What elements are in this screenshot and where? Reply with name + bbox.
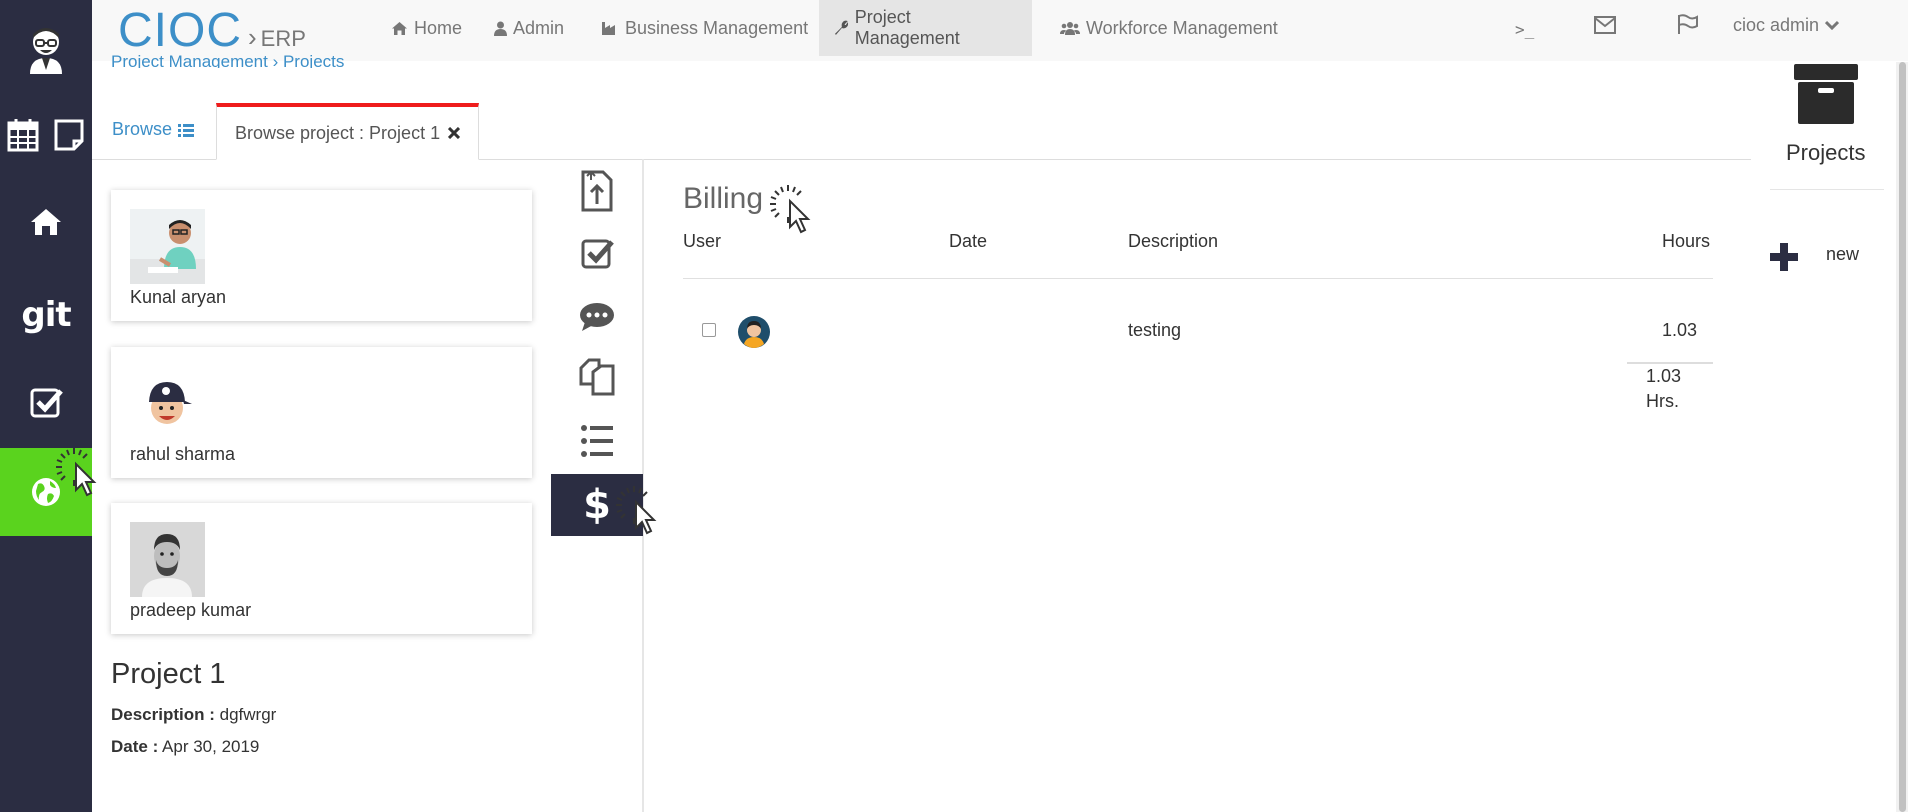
breadcrumb[interactable]: Project Management › Projects	[111, 52, 344, 68]
factory-icon	[602, 22, 615, 35]
row-description: testing	[1128, 320, 1182, 340]
user-avatar[interactable]	[0, 18, 92, 80]
close-icon[interactable]	[448, 127, 461, 139]
column-header-hours[interactable]: Hours	[1662, 231, 1710, 252]
member-name: pradeep kumar	[130, 600, 252, 620]
click-cursor-icon	[54, 446, 110, 503]
users-icon	[1060, 21, 1080, 35]
scrollbar-thumb[interactable]	[1899, 62, 1906, 812]
git-icon[interactable]: git	[0, 290, 92, 340]
nav-admin[interactable]: Admin	[480, 0, 578, 56]
row-checkbox[interactable]	[702, 323, 716, 337]
nav-project-management[interactable]: Project Management	[819, 0, 1032, 56]
file-upload-icon[interactable]	[551, 160, 643, 222]
projects-panel-title: Projects	[1786, 140, 1866, 165]
brand-logo[interactable]: CIOC › ERP	[118, 3, 306, 58]
avatar[interactable]	[738, 316, 770, 353]
list-icon	[178, 123, 195, 137]
member-name: rahul sharma	[130, 444, 236, 464]
sidebar: git	[0, 0, 92, 812]
project-date: Date : Apr 30, 2019	[111, 737, 260, 756]
member-card[interactable]: pradeep kumar	[111, 503, 532, 634]
tasks-checkbox-icon[interactable]	[0, 376, 92, 428]
total-hours: 1.03	[1646, 366, 1682, 386]
home-icon	[392, 21, 407, 35]
chevron-down-icon	[1825, 20, 1840, 30]
user-icon	[494, 21, 507, 36]
project-title: Project 1	[111, 658, 226, 690]
total-hours-unit: Hrs.	[1646, 391, 1679, 411]
comment-icon[interactable]	[551, 286, 643, 348]
list-icon[interactable]	[551, 410, 643, 472]
column-header-user[interactable]: User	[683, 231, 721, 252]
member-avatar-cartoon	[130, 366, 205, 441]
column-header-description[interactable]: Description	[1128, 231, 1218, 252]
member-card[interactable]: Kunal aryan	[111, 190, 532, 321]
top-navbar: CIOC › ERP Home Admin Business Managemen…	[92, 0, 1908, 61]
row-hours: 1.03	[1662, 320, 1698, 340]
click-cursor-icon	[768, 183, 824, 240]
member-card[interactable]: rahul sharma	[111, 347, 532, 478]
member-photo	[130, 209, 205, 284]
project-description: Description : dgfwrgr	[111, 705, 277, 724]
archive-box-icon	[1794, 64, 1858, 129]
terminal-icon[interactable]: >_	[1515, 20, 1534, 39]
tab-browse-project[interactable]: Browse project : Project 1	[216, 103, 480, 160]
checklist-icon[interactable]	[551, 222, 643, 284]
user-menu[interactable]: cioc admin	[1733, 0, 1840, 50]
flag-icon[interactable]	[1677, 14, 1699, 39]
sticky-note-icon[interactable]	[46, 110, 92, 160]
click-cursor-icon	[614, 484, 670, 541]
header-divider	[683, 278, 1713, 279]
copy-files-icon[interactable]	[551, 346, 643, 408]
billing-title: Billing	[683, 182, 764, 215]
panel-divider	[1770, 189, 1884, 190]
nav-home[interactable]: Home	[377, 0, 476, 56]
nav-business-management[interactable]: Business Management	[587, 0, 822, 56]
nav-workforce-management[interactable]: Workforce Management	[1046, 0, 1292, 56]
calendar-icon[interactable]	[0, 110, 46, 160]
member-name: Kunal aryan	[130, 287, 227, 307]
home-icon[interactable]	[0, 196, 92, 248]
total-divider	[1627, 362, 1713, 364]
new-project-button[interactable]: new	[1826, 244, 1859, 265]
column-header-date[interactable]: Date	[949, 231, 987, 252]
plus-icon[interactable]	[1770, 243, 1798, 276]
mail-icon[interactable]	[1594, 16, 1616, 39]
member-photo	[130, 522, 205, 597]
wrench-icon	[834, 20, 849, 35]
tab-bar: Browse Browse project : Project 1	[92, 103, 1751, 160]
tab-browse[interactable]: Browse	[112, 119, 195, 140]
